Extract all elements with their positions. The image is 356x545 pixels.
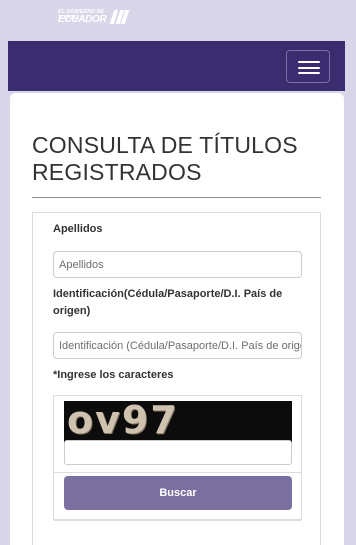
- search-form: Apellidos Apellidos Identificación(Cédul…: [32, 212, 321, 545]
- captcha-label: *Ingrese los caracteres: [53, 369, 174, 381]
- ecuador-logo: EL GOBIERNO DE TODOS ECUADOR: [58, 9, 129, 25]
- apellidos-input[interactable]: Apellidos: [53, 251, 302, 278]
- top-brand-strip: EL GOBIERNO DE TODOS ECUADOR: [0, 0, 356, 40]
- hamburger-menu-icon[interactable]: [286, 50, 330, 83]
- captcha-input[interactable]: [64, 440, 292, 465]
- identificacion-input[interactable]: Identificación (Cédula/Pasaporte/D.I. Pa…: [53, 332, 302, 359]
- ecuador-stripes-icon: [109, 10, 129, 24]
- buscar-button[interactable]: Buscar: [64, 476, 292, 510]
- page-title: CONSULTA DE TÍTULOS REGISTRADOS: [32, 132, 298, 185]
- captcha-divider: [54, 472, 301, 473]
- captcha-image: ov97: [64, 401, 292, 443]
- apellidos-label: Apellidos: [53, 223, 103, 235]
- captcha-panel: ov97 Buscar: [53, 395, 302, 521]
- main-navbar: [8, 41, 345, 91]
- content-card: CONSULTA DE TÍTULOS REGISTRADOS Apellido…: [10, 93, 344, 545]
- title-divider: [32, 197, 321, 198]
- logo-wordmark: ECUADOR: [58, 14, 107, 25]
- captcha-characters: ov97: [67, 401, 179, 442]
- apellidos-placeholder: Apellidos: [59, 258, 104, 271]
- identificacion-placeholder: Identificación (Cédula/Pasaporte/D.I. Pa…: [59, 339, 302, 352]
- identificacion-label: Identificación(Cédula/Pasaporte/D.I. Paí…: [53, 288, 283, 317]
- captcha-bottom-border: [54, 520, 301, 521]
- logo-text-group: EL GOBIERNO DE TODOS ECUADOR: [58, 9, 110, 25]
